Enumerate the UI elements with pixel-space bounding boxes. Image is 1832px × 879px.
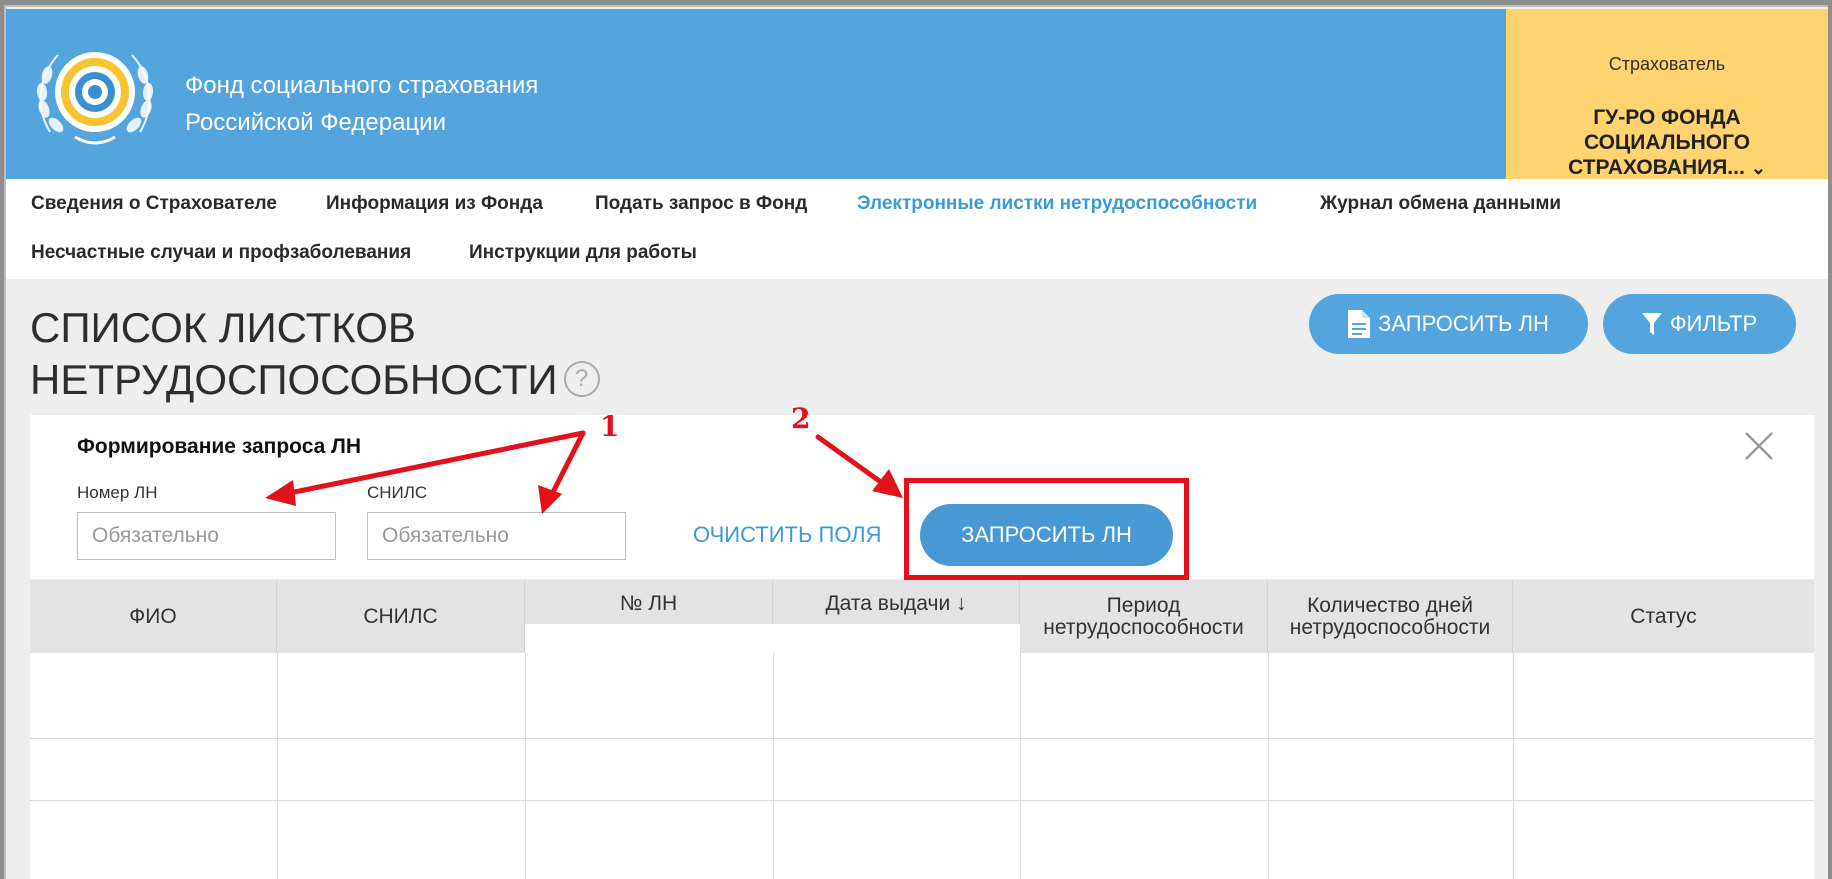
ln-number-input[interactable] (77, 512, 336, 560)
column-divider (773, 653, 774, 879)
insurer-caption: Страхователь (1608, 54, 1726, 74)
main-nav: Сведения о Страхователе Информация из Фо… (6, 179, 1828, 279)
table-row (30, 800, 1814, 801)
header-overlay (525, 624, 1020, 653)
annotation-marker-1: 1 (600, 410, 620, 443)
column-divider (525, 653, 526, 879)
nav-item-accidents[interactable]: Несчастные случаи и профзаболевания (31, 242, 411, 264)
org-name-line1: Фонд социального страхования (185, 72, 539, 99)
nav-item-submit-request[interactable]: Подать запрос в Фонд (595, 193, 807, 215)
org-name: Фонд социального страхования Российской … (185, 67, 538, 141)
insurer-name-text: ГУ-РО ФОНДА СОЦИАЛЬНОГО СТРАХОВАНИЯ... (1568, 106, 1751, 179)
column-divider (1268, 653, 1269, 879)
fss-logo-icon (36, 52, 154, 145)
column-header-period[interactable]: Период нетрудоспособности (1020, 580, 1268, 653)
ln-number-label: Номер ЛН (77, 483, 158, 502)
request-form-panel: Формирование запроса ЛН Номер ЛН СНИЛС О… (30, 415, 1814, 579)
column-header-fio[interactable]: ФИО (30, 580, 277, 653)
snils-label: СНИЛС (367, 483, 428, 502)
help-icon[interactable]: ? (563, 360, 600, 397)
request-ln-button[interactable]: ЗАПРОСИТЬ ЛН (1309, 294, 1588, 354)
submit-request-button[interactable]: ЗАПРОСИТЬ ЛН (920, 504, 1173, 566)
annotation-marker-2: 2 (791, 402, 811, 435)
page-title: СПИСОК ЛИСТКОВ НЕТРУДОСПОСОБНОСТИ? (30, 302, 600, 406)
sick-leave-table: ФИО СНИЛС № ЛН Дата выдачи ↓ Период нетр… (30, 580, 1814, 879)
filter-button-label: ФИЛЬТР (1669, 311, 1758, 336)
page-title-line2: НЕТРУДОСПОСОБНОСТИ (30, 356, 558, 403)
column-divider (277, 653, 278, 879)
filter-button[interactable]: ФИЛЬТР (1603, 294, 1796, 354)
table-row (30, 738, 1814, 739)
snils-input[interactable] (367, 512, 626, 560)
chevron-down-icon: ⌄ (1750, 158, 1766, 178)
column-header-days-line2: нетрудоспособности (1289, 615, 1491, 639)
filter-icon (1641, 313, 1662, 335)
insurer-name: ГУ-РО ФОНДА СОЦИАЛЬНОГО СТРАХОВАНИЯ... ⌄ (1556, 105, 1778, 181)
clear-fields-link[interactable]: ОЧИСТИТЬ ПОЛЯ (693, 522, 882, 548)
nav-item-exchange-log[interactable]: Журнал обмена данными (1320, 193, 1561, 215)
column-header-days[interactable]: Количество дней нетрудоспособности (1268, 580, 1513, 653)
document-icon (1348, 310, 1371, 338)
column-header-snils[interactable]: СНИЛС (277, 580, 525, 653)
nav-item-electronic-sick-leave[interactable]: Электронные листки нетрудоспособности (857, 193, 1257, 215)
column-header-days-line1: Количество дней (1307, 593, 1473, 617)
nav-item-insurer-info[interactable]: Сведения о Страхователе (31, 193, 277, 215)
column-divider (1020, 653, 1021, 879)
request-form-title: Формирование запроса ЛН (77, 435, 362, 458)
insurer-selector[interactable]: Страхователь ГУ-РО ФОНДА СОЦИАЛЬНОГО СТР… (1506, 9, 1828, 179)
org-name-line2: Российской Федерации (185, 109, 446, 136)
page-title-line1: СПИСОК ЛИСТКОВ (30, 304, 416, 351)
column-header-period-line2: нетрудоспособности (1043, 615, 1244, 639)
nav-item-fund-info[interactable]: Информация из Фонда (326, 193, 543, 215)
column-header-period-line1: Период (1106, 593, 1181, 617)
column-divider (1513, 653, 1514, 879)
request-ln-button-label: ЗАПРОСИТЬ ЛН (1378, 311, 1549, 336)
column-header-status[interactable]: Статус (1513, 580, 1814, 653)
nav-item-instructions[interactable]: Инструкции для работы (469, 242, 697, 264)
close-icon[interactable] (1742, 429, 1776, 463)
